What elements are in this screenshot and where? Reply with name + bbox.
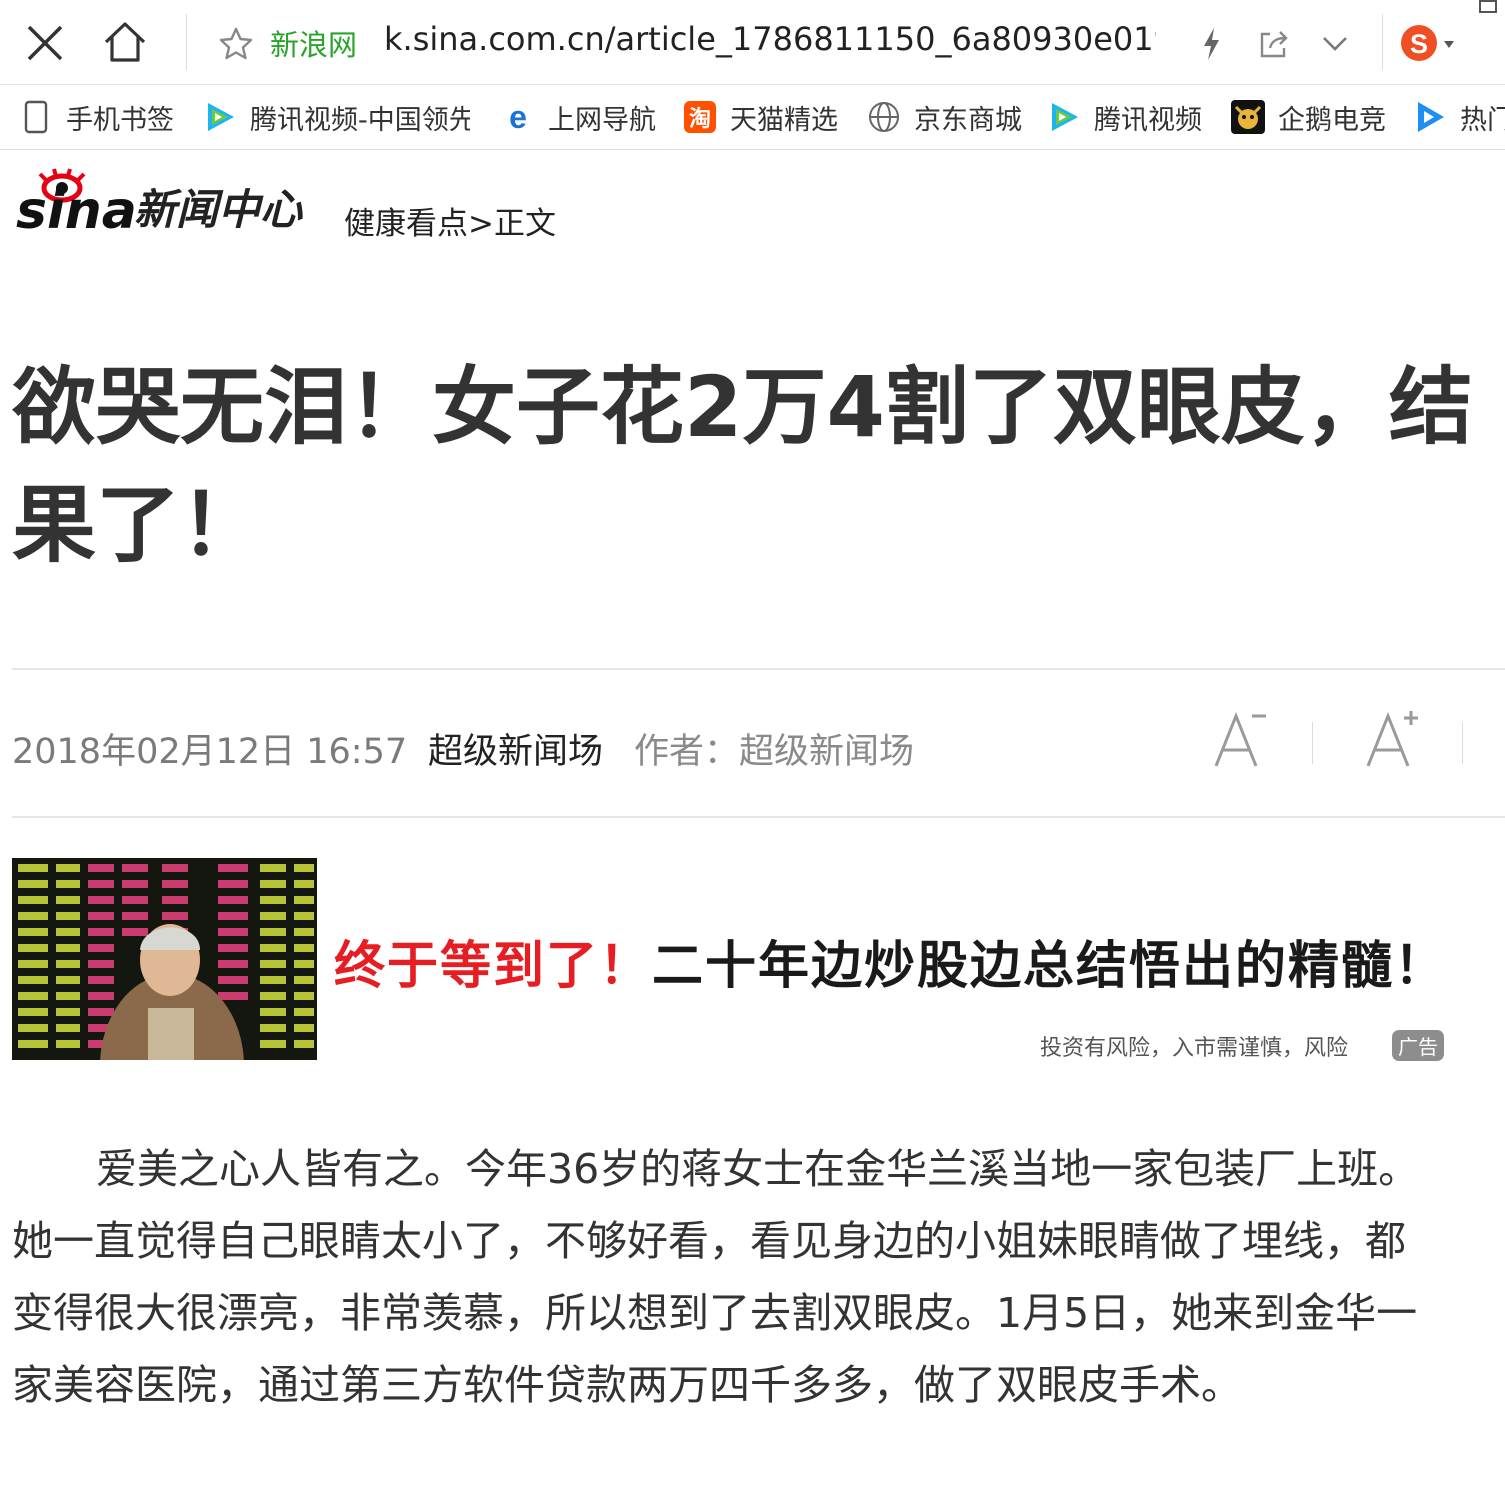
bookmarks-bar: 手机书签 腾讯视频-中国领先 e 上网导航 淘 天猫精选 京东商城 腾讯视频 企	[0, 85, 1505, 150]
bookmark-item[interactable]: 企鹅电竞	[1230, 85, 1386, 149]
home-icon[interactable]	[100, 18, 150, 66]
ad-disclaimer: 投资有风险，入市需谨慎，风险	[1040, 1036, 1349, 1061]
ad-headline-black: 二十年边炒股边总结悟出的精髓！	[652, 937, 1448, 996]
bookmark-item[interactable]: e 上网导航	[500, 85, 656, 149]
site-name: 新浪网	[270, 28, 358, 62]
breadcrumb[interactable]: 健康看点>正文	[344, 198, 556, 243]
article-title: 欲哭无泪！女子花2万4割了双眼皮，结果了！	[12, 358, 1473, 574]
bookmark-item[interactable]: 京东商城	[866, 85, 1022, 149]
bookmark-label: 腾讯视频	[1094, 104, 1202, 136]
publish-date: 2018年02月12日 16:57	[12, 732, 408, 772]
bookmark-label: 上网导航	[548, 104, 656, 136]
bookmark-label: 京东商城	[914, 104, 1022, 136]
ie-icon: e	[500, 99, 536, 135]
font-decrease-icon[interactable]	[1210, 708, 1270, 770]
address-bar: 新浪网 k.sina.com.cn/article_1786811150_6a8…	[0, 0, 1505, 85]
ad-headline[interactable]: 终于等到了！二十年边炒股边总结悟出的精髓！	[334, 924, 1447, 998]
phone-icon	[18, 99, 54, 135]
lightning-icon[interactable]	[1196, 24, 1226, 64]
bookmark-item[interactable]: 手机书签	[18, 85, 174, 149]
bookmark-item[interactable]: 腾讯视频	[1046, 85, 1202, 149]
star-bookmark-icon[interactable]	[216, 24, 256, 64]
divider	[186, 14, 187, 70]
logo-text: 新闻中心	[134, 185, 303, 234]
svg-text:sina: sina	[16, 181, 137, 241]
bookmark-label: 天猫精选	[730, 104, 838, 136]
ad-headline-red: 终于等到了！	[334, 937, 653, 996]
article-body: 爱美之心人皆有之。今年36岁的蒋女士在金华兰溪当地一家包装厂上班。她一直觉得自己…	[12, 1145, 1420, 1409]
bookmark-label: 手机书签	[66, 104, 174, 136]
chevron-down-icon[interactable]	[1318, 30, 1352, 58]
divider	[1312, 722, 1313, 764]
divider	[1462, 722, 1463, 764]
globe-icon	[866, 99, 902, 135]
bookmark-label: 热门	[1460, 104, 1505, 136]
close-icon[interactable]	[22, 20, 68, 66]
penguin-esports-icon	[1230, 99, 1266, 135]
play-icon	[1412, 99, 1448, 135]
bookmark-item[interactable]: 淘 天猫精选	[682, 85, 838, 149]
sogou-search-icon[interactable]: S	[1396, 20, 1462, 66]
bookmark-item[interactable]: 热门	[1412, 85, 1505, 149]
share-icon[interactable]	[1256, 26, 1292, 62]
divider	[12, 668, 1505, 670]
svg-text:淘: 淘	[689, 106, 711, 132]
window-restore-icon[interactable]	[1476, 0, 1500, 14]
url-field[interactable]: k.sina.com.cn/article_1786811150_6a80930…	[384, 20, 1156, 58]
tencent-video-icon	[1046, 99, 1082, 135]
divider	[12, 816, 1505, 818]
tencent-video-icon	[202, 99, 238, 135]
ad-image[interactable]	[12, 858, 317, 1060]
bookmark-label: 腾讯视频-中国领先	[250, 104, 470, 136]
ad-badge: 广告	[1392, 1030, 1444, 1061]
sina-news-logo[interactable]: sina 新闻中心	[14, 166, 324, 248]
source-link[interactable]: 超级新闻场	[428, 723, 603, 774]
svg-text:S: S	[1410, 29, 1428, 59]
bookmark-item[interactable]: 腾讯视频-中国领先	[202, 85, 470, 149]
author: 作者：超级新闻场	[634, 732, 915, 772]
divider	[1382, 14, 1383, 70]
bookmark-label: 企鹅电竞	[1278, 104, 1386, 136]
taobao-icon: 淘	[682, 99, 718, 135]
font-increase-icon[interactable]	[1362, 708, 1422, 770]
svg-text:e: e	[509, 99, 527, 135]
